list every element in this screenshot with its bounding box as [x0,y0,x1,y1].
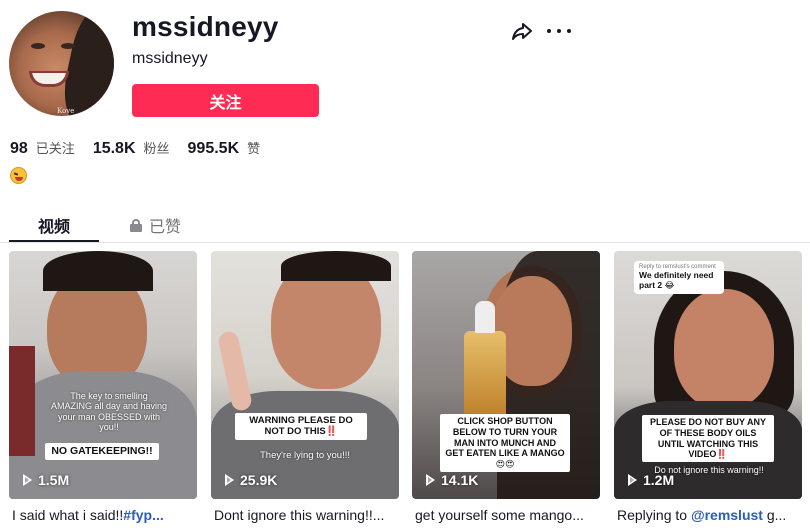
stat-following[interactable]: 98 已关注 [10,138,75,158]
reply-comment-bubble: Reply to remslust's comment We definitel… [634,261,724,294]
view-count: 1.2M [628,472,674,488]
video-description[interactable]: get yourself some mango... [415,507,603,523]
view-count: 14.1K [426,472,478,488]
profile-stats: 98 已关注 15.8K 粉丝 995.5K 赞 [10,138,278,158]
video-description[interactable]: I said what i said!!#fyp... [12,507,200,523]
view-count-value: 1.5M [38,472,70,488]
video-card[interactable]: CLICK SHOP BUTTON BELOW TO TURN YOUR MAN… [412,251,600,499]
more-options-icon[interactable] [547,20,571,42]
laughing-face-emoji-icon [10,167,27,184]
face-shape [674,289,774,409]
video-card[interactable]: The key to smelling AMAZING all day and … [9,251,197,499]
play-icon [426,474,435,486]
video-description[interactable]: Replying to @remslust g... [617,507,805,523]
avatar-smile [29,71,69,87]
video-description-text: Dont ignore this warning!!... [214,507,385,523]
view-count-value: 14.1K [441,472,479,488]
dropper-shape [475,301,495,333]
stat-likes-label: 赞 [247,142,261,157]
video-description-text: Replying to [617,507,691,523]
reply-text: We definitely need part 2 😂 [639,270,714,290]
play-icon [628,474,637,486]
video-caption-box: WARNING PLEASE DO NOT DO THIS‼️ [235,413,367,440]
play-icon [23,474,32,486]
avatar-eye [31,43,45,49]
view-count: 1.5M [23,472,69,488]
stat-following-count: 98 [10,140,28,157]
avatar-tag: Kove [57,107,75,115]
lock-icon [130,218,142,232]
avatar-eye [61,43,75,49]
tab-liked[interactable]: 已赞 [130,213,181,237]
avatar-hair [57,11,114,116]
profile-username: mssidneyy [132,11,279,42]
view-count-value: 25.9K [240,472,278,488]
avatar[interactable]: Kove [9,11,114,116]
stat-likes-count: 995.5K [187,140,240,157]
chair-shape [9,346,35,456]
video-description[interactable]: Dont ignore this warning!!... [214,507,402,523]
video-overlay-text: They're lying to you!!! [260,450,350,461]
video-card[interactable]: WARNING PLEASE DO NOT DO THIS‼️ They're … [211,251,399,499]
stat-followers-label: 粉丝 [143,142,170,157]
play-icon [225,474,234,486]
hashtag-link[interactable]: #fyp... [123,507,163,523]
video-caption-box: CLICK SHOP BUTTON BELOW TO TURN YOUR MAN… [440,414,570,472]
video-caption-box: NO GATEKEEPING!! [45,443,159,460]
stat-following-label: 已关注 [35,142,75,157]
profile-tabs: 视频 已赞 [0,205,810,243]
view-count-value: 1.2M [643,472,675,488]
tab-videos[interactable]: 视频 [38,213,70,237]
video-card[interactable]: Reply to remslust's comment We definitel… [614,251,802,499]
share-icon[interactable] [511,20,533,42]
video-caption-box: PLEASE DO NOT BUY ANY OF THESE BODY OILS… [642,415,774,463]
follow-button[interactable]: 关注 [132,84,319,117]
stat-likes: 995.5K 赞 [188,138,261,158]
stat-followers[interactable]: 15.8K 粉丝 [93,138,170,158]
video-description-text: I said what i said!! [12,507,124,523]
mention-link[interactable]: @remslust [691,507,763,523]
active-tab-indicator [9,240,99,242]
profile-nickname: mssidneyy [132,50,208,67]
hair-shape [281,251,391,281]
stat-followers-count: 15.8K [92,140,136,157]
video-description-tail: g... [762,507,787,523]
video-overlay-text: The key to smelling AMAZING all day and … [50,391,168,433]
video-description-text: get yourself some mango... [415,507,584,523]
tab-liked-label: 已赞 [149,217,182,236]
view-count: 25.9K [225,472,277,488]
hair-shape [43,251,153,291]
